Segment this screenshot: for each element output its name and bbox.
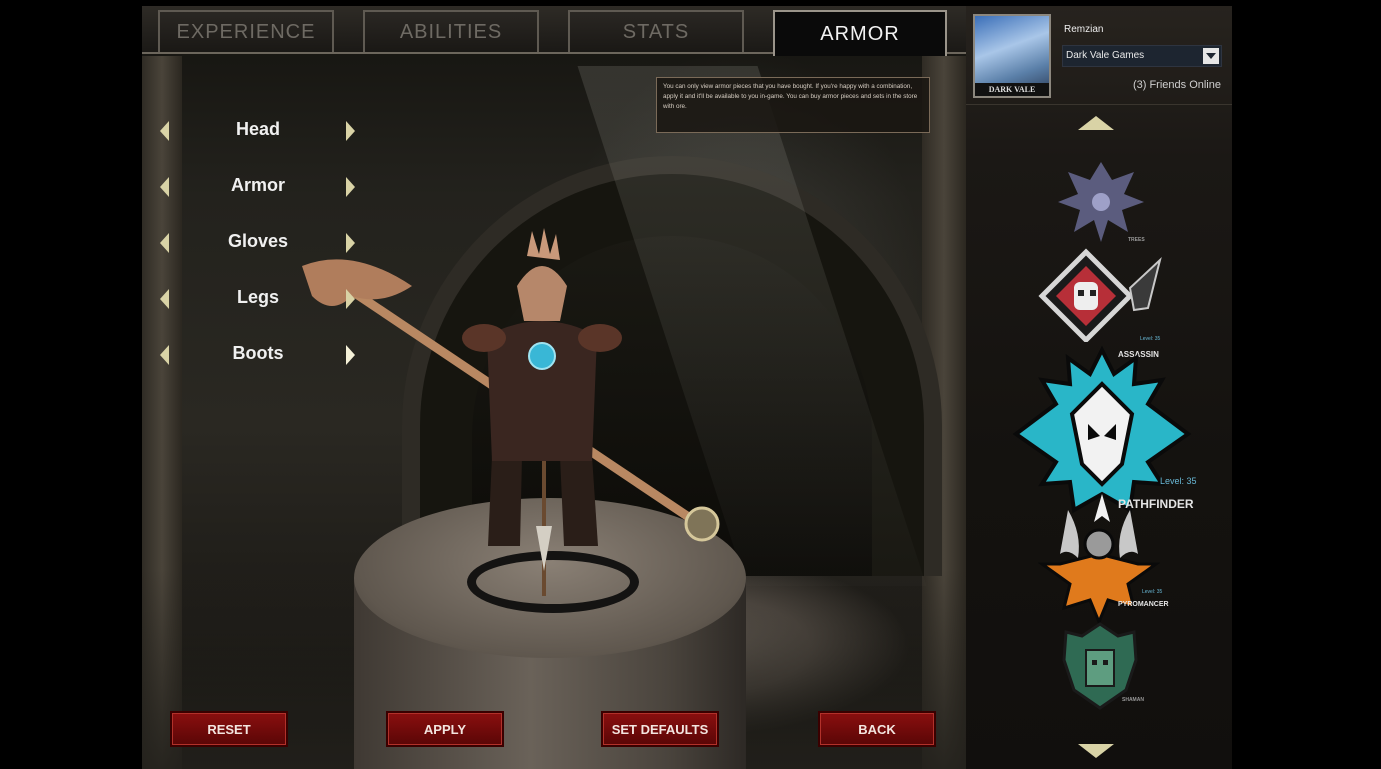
triangle-down-icon[interactable]: [1078, 744, 1114, 758]
tab-armor[interactable]: ARMOR: [773, 10, 947, 56]
class-name-pyromancer: PYROMANCER: [1118, 601, 1169, 608]
back-button[interactable]: BACK: [818, 711, 936, 747]
slot-selector-boots: Boots: [158, 340, 358, 370]
class-level-pyromancer: Level: 35: [1142, 589, 1163, 595]
class-name-shaman: SHAMAN: [1122, 697, 1144, 703]
class-emblem-assassin[interactable]: [1038, 248, 1164, 342]
chevron-left-icon[interactable]: [160, 345, 169, 365]
chevron-right-icon[interactable]: [346, 233, 355, 253]
chevron-right-icon[interactable]: [346, 345, 355, 365]
slot-selector-legs: Legs: [158, 284, 358, 314]
chevron-down-icon[interactable]: [1203, 48, 1219, 64]
chevron-right-icon[interactable]: [346, 121, 355, 141]
chevron-right-icon[interactable]: [346, 177, 355, 197]
tab-stats[interactable]: STATS: [568, 10, 744, 52]
tab-experience[interactable]: EXPERIENCE: [158, 10, 334, 52]
slot-label: Gloves: [227, 231, 289, 251]
slot-selector-head: Head: [158, 116, 358, 146]
class-level-assassin: Level: 35: [1140, 336, 1161, 342]
armor-info-box: You can only view armor pieces that you …: [656, 77, 930, 133]
chevron-left-icon[interactable]: [160, 121, 169, 141]
slot-label: Boots: [232, 343, 284, 363]
chevron-right-icon[interactable]: [346, 289, 355, 309]
set-defaults-button[interactable]: SET DEFAULTS: [601, 711, 719, 747]
slot-selector-gloves: Gloves: [158, 228, 358, 258]
username: Remzian: [1064, 24, 1104, 35]
company-dropdown-value: Dark Vale Games: [1066, 50, 1145, 61]
chevron-left-icon[interactable]: [160, 233, 169, 253]
sidebar-divider: [966, 104, 1232, 105]
triangle-up-icon[interactable]: [1078, 116, 1114, 130]
character-tabs: EXPERIENCE ABILITIES STATS ARMOR: [142, 6, 966, 56]
slot-label: Legs: [236, 287, 279, 307]
reset-button[interactable]: RESET: [170, 711, 288, 747]
chevron-left-icon[interactable]: [160, 289, 169, 309]
class-level-pathfinder: Level: 35: [1160, 476, 1197, 486]
slot-selector-armor: Armor: [158, 172, 358, 202]
chevron-left-icon[interactable]: [160, 177, 169, 197]
company-dropdown[interactable]: Dark Vale Games: [1062, 45, 1222, 67]
slot-label: Head: [235, 119, 280, 139]
apply-button[interactable]: APPLY: [386, 711, 504, 747]
character-model[interactable]: [292, 226, 752, 606]
tab-abilities[interactable]: ABILITIES: [363, 10, 539, 52]
class-name-trees: TREES: [1128, 237, 1145, 243]
friends-online-count[interactable]: (3) Friends Online: [1100, 79, 1221, 91]
slot-label: Armor: [230, 175, 285, 195]
avatar-caption: DARK VALE: [975, 83, 1049, 96]
class-emblem-trees[interactable]: [1054, 158, 1148, 244]
